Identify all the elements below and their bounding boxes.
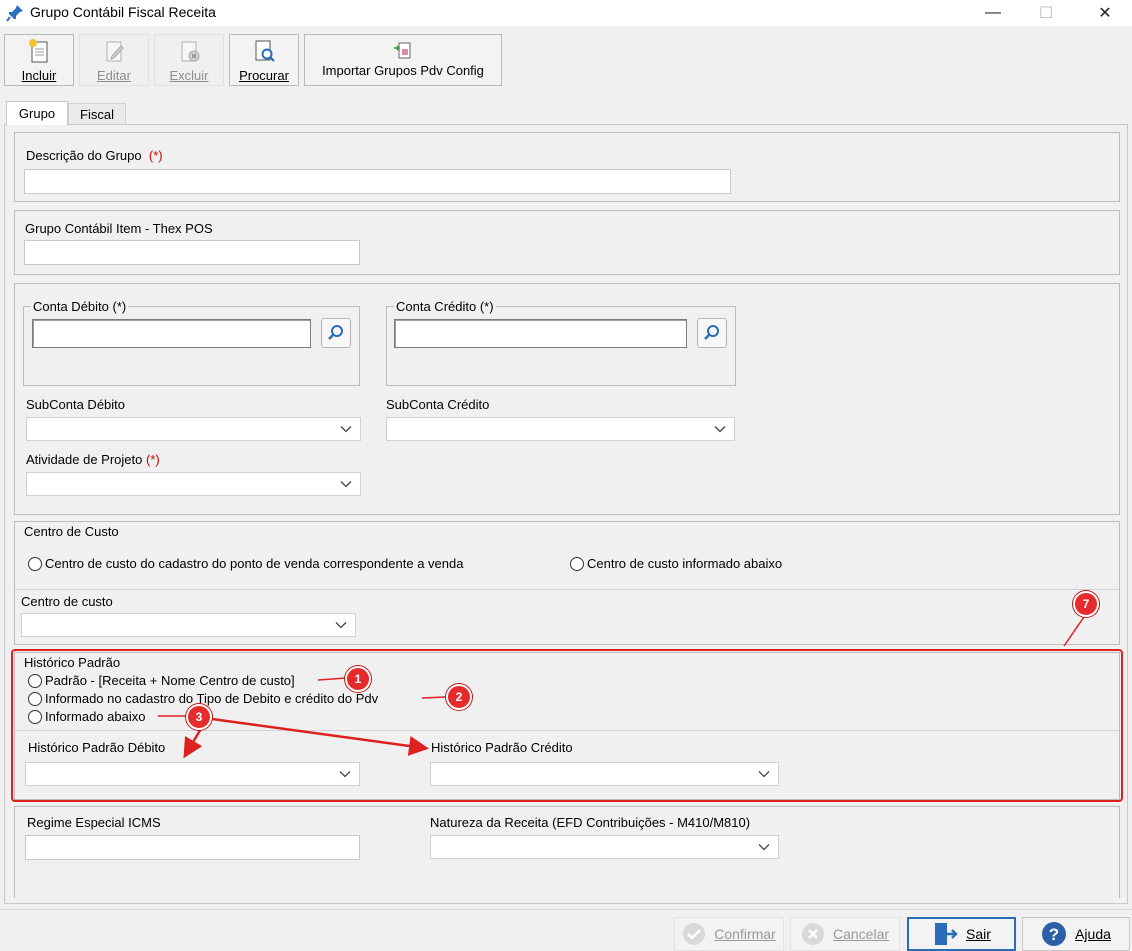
search-icon bbox=[704, 325, 719, 340]
centro-custo-group-label: Centro de Custo bbox=[24, 524, 119, 539]
cancelar-label: Cancelar bbox=[832, 926, 890, 942]
incluir-button[interactable]: Incluir bbox=[4, 34, 74, 86]
chevron-down-icon bbox=[335, 622, 347, 629]
grupo-item-input[interactable] bbox=[24, 240, 360, 265]
subconta-credito-select[interactable] bbox=[386, 417, 735, 441]
incluir-label: Incluir bbox=[21, 68, 57, 83]
conta-credito-search-button[interactable] bbox=[697, 318, 727, 348]
regime-label: Regime Especial ICMS bbox=[27, 815, 161, 830]
editar-button[interactable]: Editar bbox=[79, 34, 149, 86]
conta-debito-search-button[interactable] bbox=[321, 318, 351, 348]
confirmar-label: Confirmar bbox=[714, 926, 776, 942]
conta-debito-input[interactable] bbox=[32, 319, 311, 348]
editar-label: Editar bbox=[97, 68, 131, 83]
required-mark: (*) bbox=[145, 452, 160, 467]
close-button[interactable]: ✕ bbox=[1082, 0, 1128, 26]
procurar-button[interactable]: Procurar bbox=[229, 34, 299, 86]
search-document-icon bbox=[255, 40, 275, 62]
centro-opt2-label: Centro de custo informado abaixo bbox=[587, 556, 783, 571]
centro-custo-label: Centro de custo bbox=[21, 594, 113, 609]
subconta-credito-label: SubConta Crédito bbox=[386, 397, 490, 412]
annotation-badge-2: 2 bbox=[446, 684, 472, 710]
annotation-badge-3: 3 bbox=[186, 704, 212, 730]
annotation-badge-1: 1 bbox=[345, 666, 371, 692]
tab-fiscal[interactable]: Fiscal bbox=[68, 103, 126, 125]
chevron-down-icon bbox=[340, 481, 352, 488]
conta-credito-input[interactable] bbox=[394, 319, 687, 348]
importar-label: Importar Grupos Pdv Config bbox=[322, 63, 484, 78]
atividade-select[interactable] bbox=[26, 472, 361, 496]
subconta-debito-select[interactable] bbox=[26, 417, 361, 441]
chevron-down-icon bbox=[340, 426, 352, 433]
natureza-label: Natureza da Receita (EFD Contribuições -… bbox=[430, 815, 751, 830]
ajuda-button[interactable]: ? Ajuda bbox=[1022, 917, 1130, 951]
minimize-button[interactable]: — bbox=[970, 0, 1016, 26]
search-icon bbox=[328, 325, 343, 340]
procurar-label: Procurar bbox=[239, 68, 289, 83]
delete-document-icon bbox=[181, 41, 200, 62]
excluir-label: Excluir bbox=[169, 68, 209, 83]
annotation-badge-7: 7 bbox=[1073, 591, 1099, 617]
annotation-highlight-frame bbox=[11, 649, 1123, 802]
help-icon: ? bbox=[1042, 922, 1067, 946]
centro-opt1-radio[interactable] bbox=[28, 557, 42, 571]
sair-button[interactable]: Sair bbox=[907, 917, 1016, 951]
import-icon bbox=[394, 42, 411, 59]
centro-opt1-label: Centro de custo do cadastro do ponto de … bbox=[45, 556, 464, 571]
conta-debito-label: Conta Débito (*) bbox=[31, 299, 129, 314]
excluir-button[interactable]: Excluir bbox=[154, 34, 224, 86]
regime-input[interactable] bbox=[25, 835, 360, 860]
edit-document-icon bbox=[106, 41, 124, 62]
atividade-label: Atividade de Projeto (*) bbox=[26, 452, 160, 467]
natureza-select[interactable] bbox=[430, 835, 779, 859]
centro-custo-select[interactable] bbox=[21, 613, 356, 637]
cancel-circle-icon bbox=[801, 923, 824, 945]
confirmar-button[interactable]: Confirmar bbox=[674, 917, 784, 951]
maximize-button[interactable]: ☐ bbox=[1023, 0, 1069, 26]
pin-icon bbox=[6, 5, 23, 22]
ajuda-label: Ajuda bbox=[1075, 926, 1111, 942]
conta-credito-label: Conta Crédito (*) bbox=[394, 299, 496, 314]
tab-grupo[interactable]: Grupo bbox=[6, 101, 68, 125]
divider bbox=[15, 589, 1119, 590]
centro-opt2-radio[interactable] bbox=[570, 557, 584, 571]
svg-text:?: ? bbox=[1049, 925, 1059, 944]
descricao-input[interactable] bbox=[24, 169, 731, 194]
title-bar: Grupo Contábil Fiscal Receita — ☐ ✕ bbox=[0, 0, 1132, 26]
sair-label: Sair bbox=[966, 926, 991, 942]
subconta-debito-label: SubConta Débito bbox=[26, 397, 126, 412]
chevron-down-icon bbox=[758, 844, 770, 851]
new-document-icon bbox=[29, 39, 48, 63]
check-circle-icon bbox=[683, 923, 706, 945]
cancelar-button[interactable]: Cancelar bbox=[790, 917, 900, 951]
descricao-label: Descrição do Grupo (*) bbox=[26, 148, 163, 163]
exit-door-icon bbox=[935, 923, 958, 945]
chevron-down-icon bbox=[714, 426, 726, 433]
importar-button[interactable]: Importar Grupos Pdv Config bbox=[304, 34, 502, 86]
grupo-item-label: Grupo Contábil Item - Thex POS bbox=[25, 221, 213, 236]
required-mark: (*) bbox=[148, 148, 163, 163]
window-title: Grupo Contábil Fiscal Receita bbox=[30, 4, 216, 20]
